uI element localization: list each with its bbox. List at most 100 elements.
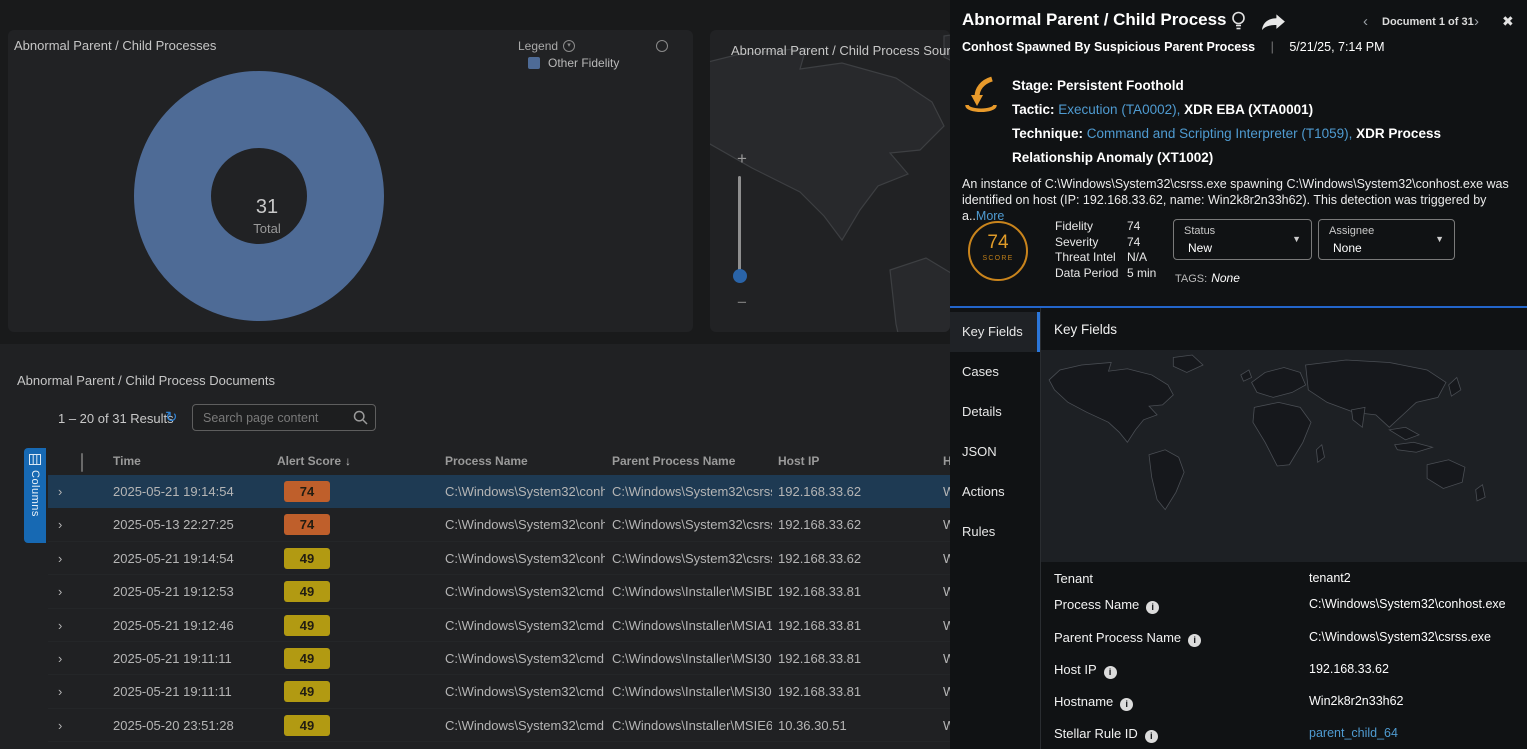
cell-process-name: C:\Windows\System32\cmd.e — [445, 609, 605, 642]
legend-header[interactable]: Legend ▾ — [518, 39, 575, 53]
info-icon[interactable]: i — [1145, 730, 1158, 743]
detail-tab-column: Key FieldsCasesDetailsJSONActionsRules — [950, 312, 1040, 552]
assignee-dropdown-label: Assignee — [1329, 225, 1374, 237]
expand-chevron-icon[interactable]: › — [58, 642, 62, 675]
column-header-proc[interactable]: Process Name — [445, 447, 528, 475]
legend-label: Legend — [518, 39, 558, 53]
stat-value: 74 — [1127, 219, 1140, 233]
expand-chevron-icon[interactable]: › — [58, 675, 62, 708]
assignee-dropdown-value: None — [1333, 241, 1362, 255]
stat-value: 5 min — [1127, 266, 1156, 280]
key-field-value: tenant2 — [1309, 571, 1351, 585]
column-header-score[interactable]: Alert Score↓ — [277, 447, 351, 475]
next-document-icon[interactable]: › — [1474, 13, 1479, 30]
stat-label: Fidelity — [1055, 219, 1127, 233]
tab-key-fields[interactable]: Key Fields — [950, 312, 1040, 352]
key-field-value[interactable]: parent_child_64 — [1309, 726, 1398, 740]
abnormal-processes-chart-panel: Abnormal Parent / Child Processes Legend… — [8, 30, 693, 332]
info-icon[interactable]: i — [1146, 601, 1159, 614]
cell-time: 2025-05-20 23:51:28 — [113, 709, 234, 742]
map-zoom-slider-handle[interactable] — [733, 269, 747, 283]
info-icon[interactable]: i — [1120, 698, 1133, 711]
chevron-down-icon: ▼ — [1292, 234, 1301, 244]
alert-score-badge: 74 — [284, 514, 330, 535]
cell-time: 2025-05-21 19:11:11 — [113, 675, 232, 708]
expand-chevron-icon[interactable]: › — [58, 575, 62, 608]
close-icon[interactable]: ✖ — [1502, 13, 1514, 30]
expand-chevron-icon[interactable]: › — [58, 609, 62, 642]
cell-time: 2025-05-21 19:11:11 — [113, 642, 232, 675]
tab-cases[interactable]: Cases — [950, 352, 1040, 392]
search-box — [192, 404, 376, 431]
cell-host-ip: 192.168.33.81 — [778, 675, 898, 708]
key-field-label: Tenant — [1054, 571, 1093, 586]
table-row[interactable]: ›2025-05-21 19:12:4649C:\Windows\System3… — [48, 609, 950, 642]
table-row[interactable]: ›2025-05-21 19:12:5349C:\Windows\System3… — [48, 575, 950, 608]
map-zoom-out-button[interactable]: − — [737, 293, 747, 313]
chevron-down-icon: ▼ — [1435, 234, 1444, 244]
key-fields-list: Tenant tenant2 Process NameiC:\Windows\Sys… — [1040, 562, 1527, 749]
cell-process-name: C:\Windows\System32\conho — [445, 542, 605, 575]
expand-chevron-icon[interactable]: › — [58, 709, 62, 742]
stage-tactic-technique: Stage: Persistent Foothold Tactic: Execu… — [1012, 74, 1522, 170]
map-zoom-slider[interactable] — [738, 176, 741, 276]
tab-json[interactable]: JSON — [950, 432, 1040, 472]
tab-rules[interactable]: Rules — [950, 512, 1040, 552]
technique-line: Technique: Command and Scripting Interpr… — [1012, 122, 1522, 170]
info-icon[interactable]: i — [1188, 634, 1201, 647]
tab-actions[interactable]: Actions — [950, 472, 1040, 512]
tab-details[interactable]: Details — [950, 392, 1040, 432]
cell-time: 2025-05-21 19:12:53 — [113, 575, 234, 608]
sort-descending-icon: ↓ — [345, 454, 351, 468]
column-header-ip[interactable]: Host IP — [778, 447, 819, 475]
tags-row: TAGS:None — [1175, 271, 1240, 285]
cell-host-ip: 192.168.33.81 — [778, 609, 898, 642]
cell-time: 2025-05-13 22:27:25 — [113, 508, 234, 541]
table-row[interactable]: ›2025-05-21 19:11:1149C:\Windows\System3… — [48, 675, 950, 708]
fidelity-donut-chart[interactable] — [8, 30, 693, 332]
loading-spinner-icon — [656, 40, 668, 52]
key-fields-world-map — [1041, 350, 1527, 562]
column-header-time[interactable]: Time — [113, 447, 141, 475]
column-header-parent[interactable]: Parent Process Name — [612, 447, 735, 475]
expand-chevron-icon[interactable]: › — [58, 508, 62, 541]
legend-item[interactable]: Other Fidelity — [528, 56, 619, 70]
key-field-row: Process NameiC:\Windows\System32\conhost… — [1054, 596, 1527, 616]
cell-parent-process-name: C:\Windows\System32\csrss.e — [612, 475, 772, 508]
cell-parent-process-name: C:\Windows\System32\csrss.e — [612, 508, 772, 541]
donut-total-label: Total — [219, 221, 315, 236]
expand-chevron-icon[interactable]: › — [58, 475, 62, 508]
table-row[interactable]: ›2025-05-21 19:11:1149C:\Windows\System3… — [48, 642, 950, 675]
table-row[interactable]: › 2025-05-13 22:27:25 74 C:\Windows\System3… — [48, 508, 950, 541]
source-world-map[interactable] — [710, 30, 950, 332]
lightbulb-icon[interactable] — [1230, 11, 1247, 32]
table-row[interactable]: ›2025-05-21 19:14:5474C:\Windows\System3… — [48, 475, 950, 508]
technique-link[interactable]: Command and Scripting Interpreter (T1059… — [1087, 126, 1353, 141]
search-input[interactable] — [192, 404, 376, 431]
refresh-icon[interactable]: ↻ — [165, 408, 178, 426]
legend-swatch-icon — [528, 57, 540, 69]
select-all-checkbox[interactable] — [81, 453, 83, 472]
previous-document-icon[interactable]: ‹ — [1363, 13, 1368, 30]
table-row[interactable]: ›2025-05-21 19:14:5449C:\Windows\System3… — [48, 542, 950, 575]
key-fields-map — [1041, 350, 1527, 562]
key-field-value: C:\Windows\System32\conhost.exe — [1309, 597, 1506, 611]
map-zoom-in-button[interactable]: + — [737, 149, 747, 169]
key-field-row: Stellar Rule IDiparent_child_64 — [1054, 725, 1527, 745]
documents-table: Time Alert Score↓ Process Name Parent Proce… — [48, 447, 950, 742]
expand-chevron-icon[interactable]: › — [58, 542, 62, 575]
legend-toggle-icon[interactable]: ▾ — [563, 40, 575, 52]
assignee-dropdown[interactable]: Assignee None ▼ — [1318, 219, 1455, 260]
alert-score-badge: 49 — [284, 681, 330, 702]
status-dropdown[interactable]: Status New ▼ — [1173, 219, 1312, 260]
tactic-link[interactable]: Execution (TA0002), — [1058, 102, 1180, 117]
alert-stats: Fidelity74Severity74Threat IntelN/AData … — [1055, 219, 1173, 281]
table-row[interactable]: ›2025-05-20 23:51:2849C:\Windows\System3… — [48, 709, 950, 742]
cell-process-name: C:\Windows\System32\cmd.e — [445, 575, 605, 608]
share-icon[interactable] — [1259, 14, 1287, 31]
info-icon[interactable]: i — [1104, 666, 1117, 679]
alert-subtitle-row: Conhost Spawned By Suspicious Parent Pro… — [962, 40, 1385, 54]
cell-host-ip: 10.36.30.51 — [778, 709, 898, 742]
columns-button[interactable]: Columns — [24, 448, 46, 543]
cell-parent-process-name: C:\Windows\Installer\MSIE6D — [612, 709, 772, 742]
